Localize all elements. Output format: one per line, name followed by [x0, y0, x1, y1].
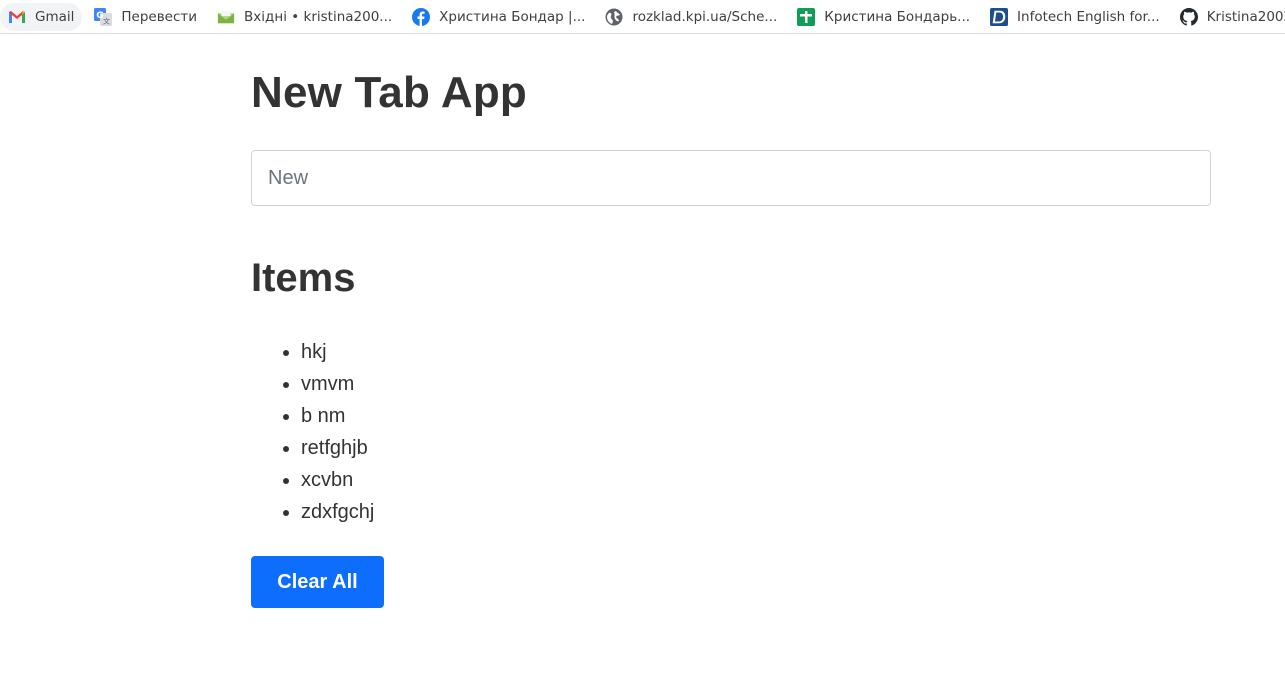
bookmark-label: Infotech English for... — [1017, 8, 1160, 25]
list-item: vmvm — [301, 368, 374, 400]
globe-icon — [605, 8, 623, 26]
bookmark-label: Gmail — [35, 8, 75, 25]
bookmark-sheets[interactable]: Кристина Бондарь... — [789, 3, 978, 31]
list-item: hkj — [301, 336, 374, 368]
bookmark-label: Кристина Бондарь... — [824, 8, 971, 25]
page-title: New Tab App — [251, 68, 527, 117]
clear-all-button[interactable]: Clear All — [251, 556, 384, 608]
facebook-icon — [412, 7, 431, 26]
google-translate-icon: G 文 — [94, 7, 113, 26]
list-item: retfghjb — [301, 432, 374, 464]
bookmark-label: Kristina2002Z — [1206, 8, 1285, 25]
list-item: b nm — [301, 400, 374, 432]
new-item-input[interactable] — [251, 150, 1211, 206]
list-item: zdxfgchj — [301, 496, 374, 528]
bookmark-rozklad[interactable]: rozklad.kpi.ua/Sche... — [597, 3, 785, 31]
github-icon — [1179, 7, 1198, 26]
google-sheets-icon — [797, 7, 816, 26]
bookmark-infotech[interactable]: Infotech English for... — [982, 3, 1168, 31]
bookmark-label: rozklad.kpi.ua/Sche... — [632, 8, 778, 25]
bookmark-label: Перевести — [121, 8, 198, 25]
bookmark-label: Вхідні • kristina200... — [244, 8, 393, 25]
bookmark-github[interactable]: Kristina2002Z — [1172, 3, 1285, 31]
list-item: xcvbn — [301, 464, 374, 496]
gmail-icon — [8, 8, 26, 26]
mail-envelope-icon — [217, 8, 235, 26]
bookmark-facebook[interactable]: Христина Бондар |... — [404, 3, 593, 31]
items-heading: Items — [251, 256, 356, 300]
bookmark-inbox[interactable]: Вхідні • kristina200... — [209, 3, 400, 31]
items-list: hkj vmvm b nm retfghjb xcvbn zdxfgchj — [251, 336, 374, 528]
svg-text:文: 文 — [103, 16, 110, 25]
bookmark-gmail[interactable]: Gmail — [0, 2, 83, 31]
bookmark-translate[interactable]: G 文 Перевести — [86, 3, 205, 31]
bookmark-label: Христина Бондар |... — [439, 8, 586, 25]
infotech-icon — [990, 7, 1009, 26]
bookmarks-bar: Gmail G 文 Перевести Вхідні • kristina200… — [0, 0, 1285, 34]
